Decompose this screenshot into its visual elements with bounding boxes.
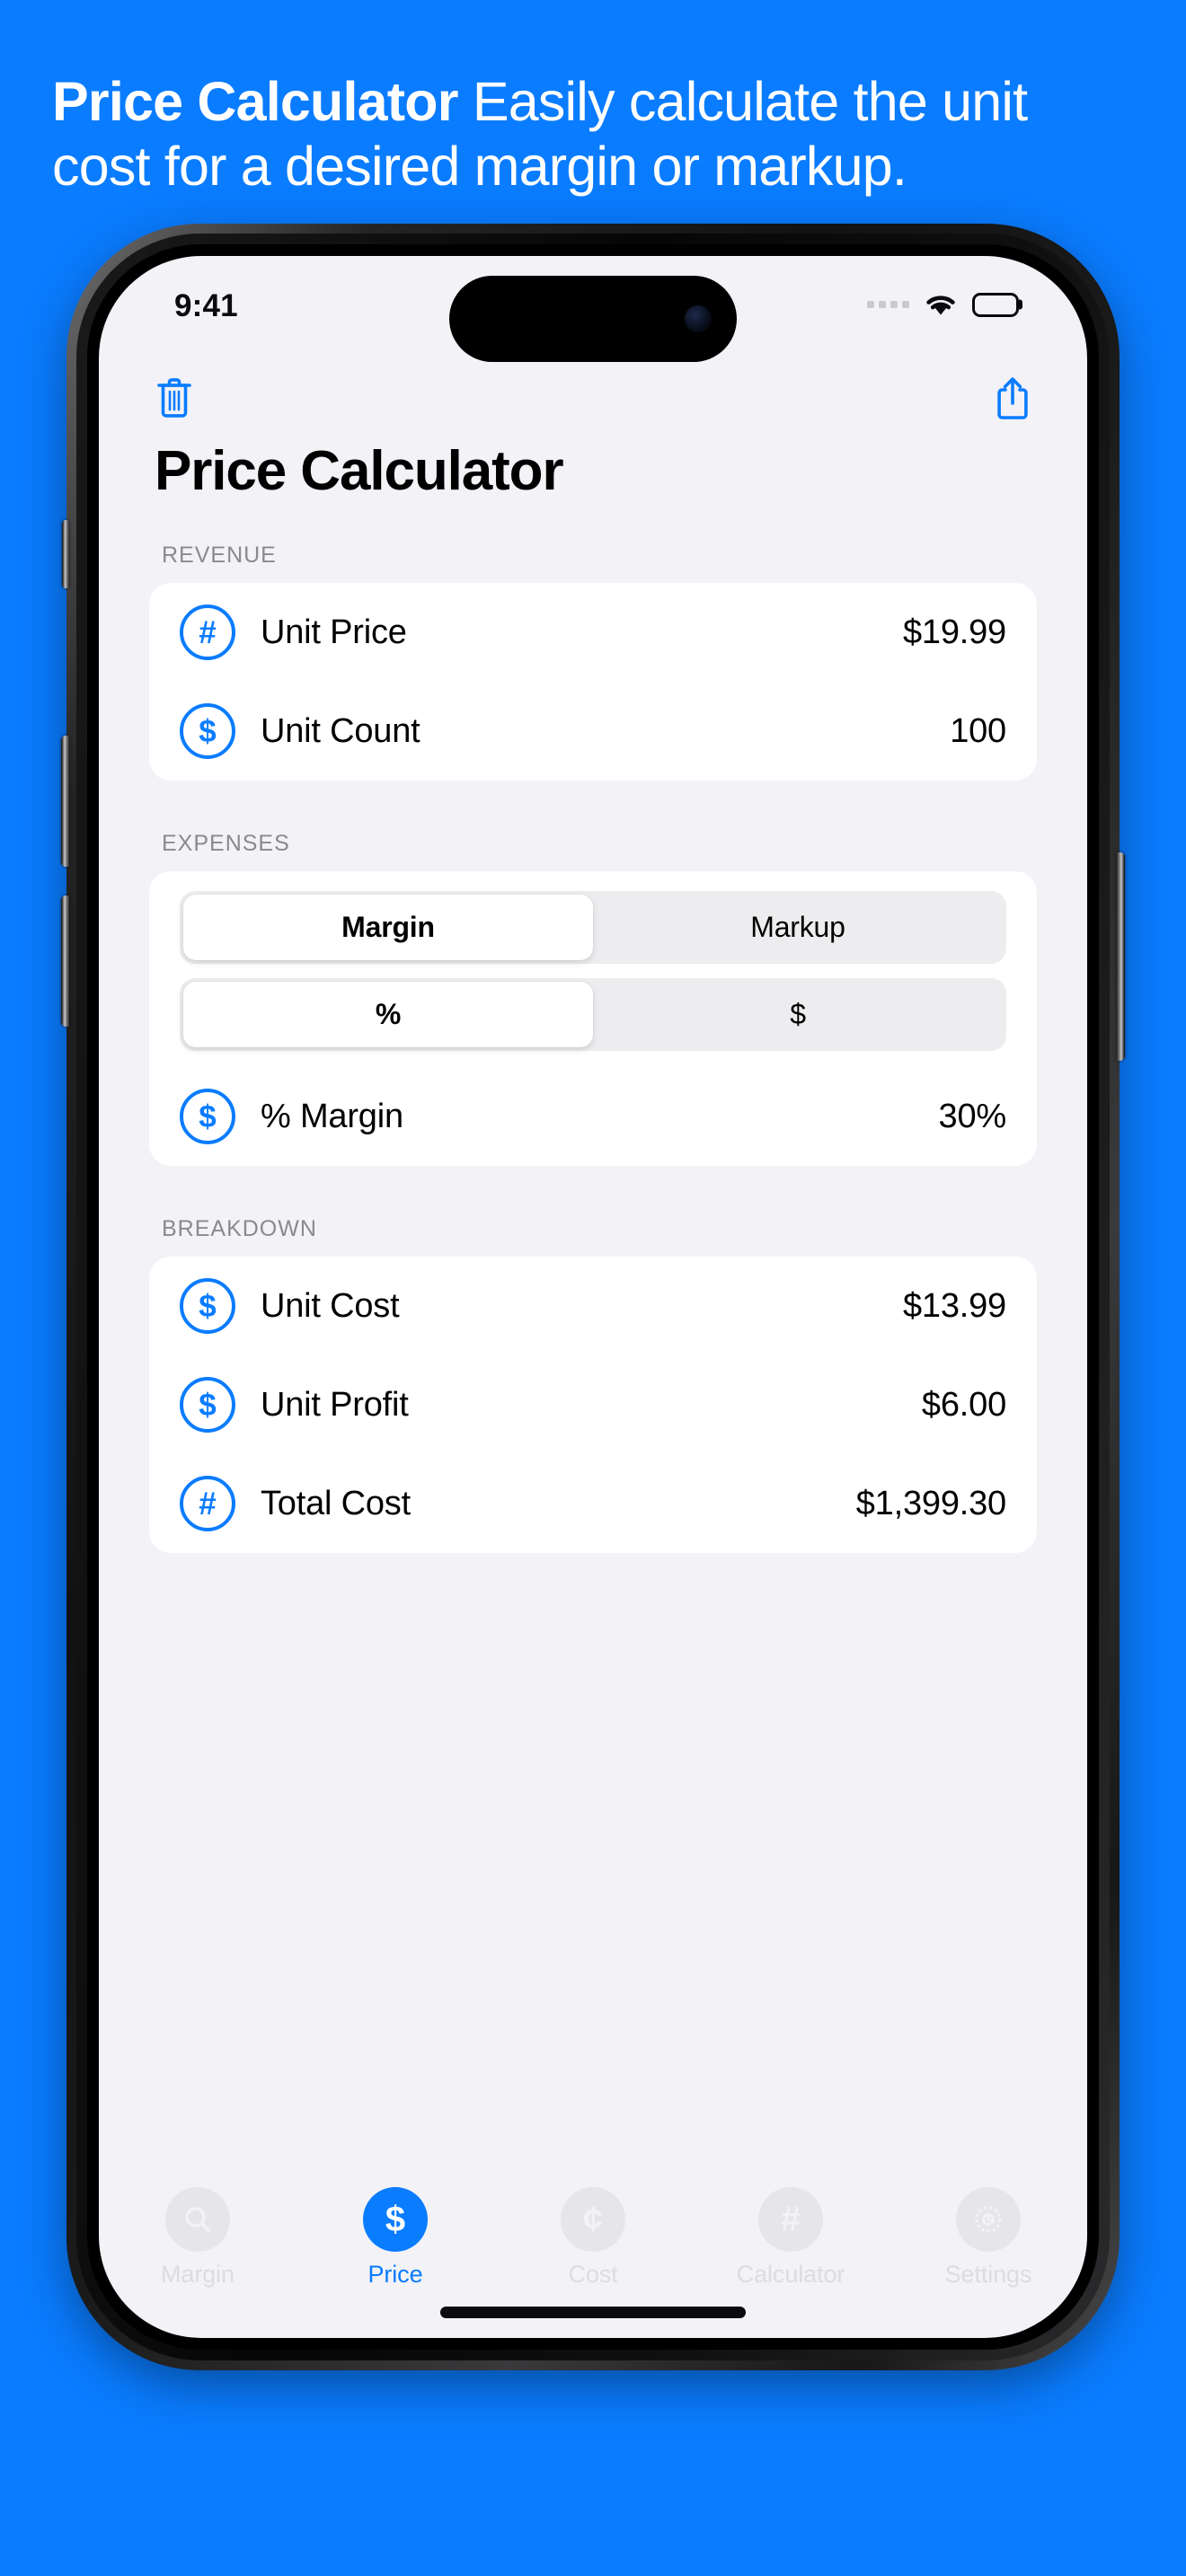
dynamic-island: [449, 276, 737, 362]
wifi-icon: [924, 292, 958, 317]
section-header-breakdown: BREAKDOWN: [162, 1216, 317, 1241]
row-value[interactable]: 30%: [939, 1098, 1007, 1136]
hash-icon: #: [758, 2187, 823, 2252]
tab-bar: Margin $ Price ¢ Cost # Calculator Setti…: [99, 2167, 1087, 2338]
segment-option-margin[interactable]: Margin: [183, 895, 593, 960]
volume-up-button[interactable]: [61, 736, 69, 867]
tab-label: Price: [367, 2261, 423, 2288]
percent-dollar-segment[interactable]: % $: [180, 978, 1006, 1051]
table-row: # Total Cost $1,399.30: [149, 1454, 1037, 1553]
tab-label: Settings: [944, 2261, 1032, 2288]
breakdown-card: $ Unit Cost $13.99 $ Unit Profit $6.00 #…: [149, 1257, 1037, 1553]
marketing-headline: Price Calculator Easily calculate the un…: [52, 70, 1112, 199]
status-bar-time: 9:41: [174, 288, 238, 323]
row-value[interactable]: $19.99: [903, 613, 1006, 652]
dollar-circle-icon: $: [180, 1278, 235, 1334]
dollar-icon: $: [363, 2187, 428, 2252]
dollar-circle-icon: $: [180, 703, 235, 759]
row-value: $13.99: [902, 1286, 1006, 1325]
action-button[interactable]: [62, 520, 69, 588]
expenses-card: Margin Markup % $ $ % Margin 30%: [149, 871, 1037, 1166]
table-row: $ Unit Profit $6.00: [149, 1355, 1037, 1454]
gear-icon: [956, 2187, 1021, 2252]
row-value: $1,399.30: [855, 1484, 1006, 1522]
tab-calculator[interactable]: # Calculator: [692, 2187, 890, 2289]
section-header-expenses: EXPENSES: [162, 831, 290, 856]
row-label: Total Cost: [261, 1484, 411, 1522]
tab-settings[interactable]: Settings: [890, 2187, 1087, 2289]
tab-price[interactable]: $ Price: [296, 2187, 494, 2289]
row-label: Unit Price: [261, 613, 407, 651]
tab-label: Margin: [161, 2261, 235, 2288]
row-label: % Margin: [261, 1097, 403, 1135]
row-label: Unit Cost: [261, 1286, 400, 1325]
margin-markup-segment[interactable]: Margin Markup: [180, 891, 1006, 964]
front-camera-icon: [685, 305, 712, 332]
search-icon: [165, 2187, 230, 2252]
table-row[interactable]: $ % Margin 30%: [149, 1067, 1037, 1166]
status-bar-indicators: [867, 292, 1019, 317]
row-value: $6.00: [921, 1385, 1006, 1424]
section-header-revenue: REVENUE: [162, 543, 277, 568]
dollar-circle-icon: $: [180, 1089, 235, 1144]
segment-option-dollar[interactable]: $: [593, 982, 1003, 1047]
tab-label: Cost: [568, 2261, 618, 2288]
row-label: Unit Profit: [261, 1385, 409, 1424]
page-title: Price Calculator: [155, 440, 564, 502]
revenue-card: # Unit Price $19.99 $ Unit Count 100: [149, 583, 1037, 781]
tab-cost[interactable]: ¢ Cost: [494, 2187, 692, 2289]
tab-label: Calculator: [736, 2261, 845, 2288]
segment-option-percent[interactable]: %: [183, 982, 593, 1047]
headline-bold-part: Price Calculator: [52, 71, 458, 132]
phone-mockup: 9:41 Price Calculator REVENUE # Unit Pri…: [61, 224, 1125, 2370]
phone-screen: 9:41 Price Calculator REVENUE # Unit Pri…: [99, 256, 1087, 2338]
status-bar: 9:41: [99, 256, 1087, 362]
cellular-dots-icon: [867, 301, 909, 308]
main-content: Price Calculator REVENUE # Unit Price $1…: [99, 439, 1087, 2338]
tab-margin[interactable]: Margin: [99, 2187, 296, 2289]
table-row[interactable]: $ Unit Count 100: [149, 682, 1037, 781]
hash-circle-icon: #: [180, 604, 235, 660]
hash-circle-icon: #: [180, 1476, 235, 1531]
app-toolbar: [99, 357, 1087, 439]
home-indicator[interactable]: [440, 2307, 746, 2318]
battery-full-icon: [972, 292, 1019, 317]
power-button[interactable]: [1117, 852, 1125, 1061]
cent-icon: ¢: [561, 2187, 625, 2252]
table-row[interactable]: # Unit Price $19.99: [149, 583, 1037, 682]
row-label: Unit Count: [261, 711, 420, 750]
trash-icon[interactable]: [155, 375, 194, 420]
table-row: $ Unit Cost $13.99: [149, 1257, 1037, 1355]
segment-spacer: [149, 1051, 1037, 1067]
volume-down-button[interactable]: [61, 895, 69, 1027]
row-value[interactable]: 100: [950, 712, 1006, 751]
segment-option-markup[interactable]: Markup: [593, 895, 1003, 960]
share-icon[interactable]: [994, 375, 1031, 421]
dollar-circle-icon: $: [180, 1377, 235, 1433]
